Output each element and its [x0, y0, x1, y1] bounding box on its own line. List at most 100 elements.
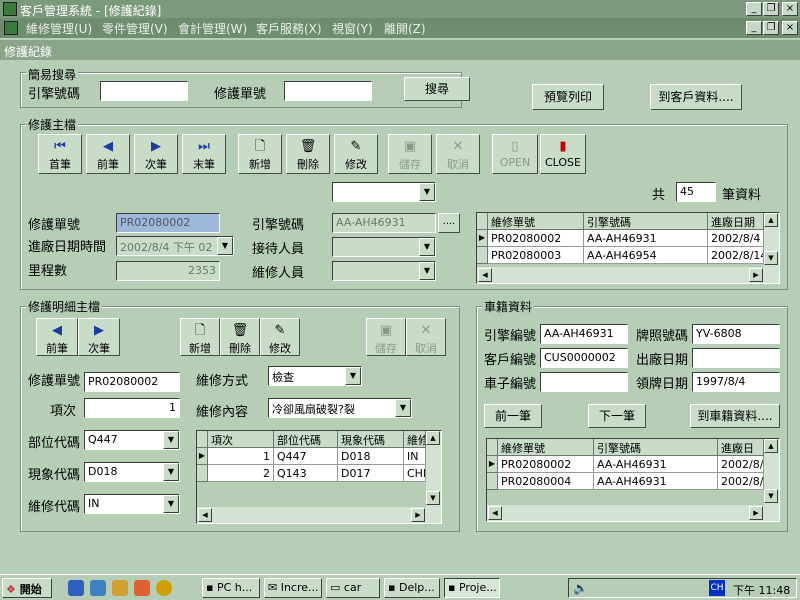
main-grid[interactable]: 維修單號 引擎號碼 進廠日期 ▶ PR02080002 AA-AH46931 2… [476, 212, 780, 284]
maximize-button[interactable]: ❐ [763, 2, 779, 16]
save-record-button[interactable]: ▣ 儲存 [388, 134, 432, 174]
outlook-icon[interactable] [134, 580, 150, 596]
main-repairer-combo[interactable]: ▼ [332, 261, 436, 281]
horizontal-scrollbar[interactable]: ◀ ▶ [197, 507, 441, 523]
grid-header[interactable]: 進廠日期 [708, 213, 764, 230]
goto-customer-button[interactable]: 到客戶資料.... [650, 84, 742, 110]
app-quick-icon[interactable] [156, 580, 172, 596]
table-cell[interactable]: 1 [208, 448, 274, 465]
scroll-left-icon[interactable]: ◀ [198, 508, 212, 522]
vehicle-chassis-field[interactable] [540, 372, 628, 392]
vehicle-license-field[interactable]: 1997/8/4 [692, 372, 780, 392]
table-cell[interactable]: 2002/8/ [718, 473, 764, 490]
detail-delete-button[interactable]: 🗑 刪除 [220, 318, 260, 356]
edit-record-button[interactable]: ✎ 修改 [334, 134, 378, 174]
cancel-record-button[interactable]: ✕ 取消 [436, 134, 480, 174]
table-cell[interactable]: CHF [404, 465, 426, 482]
menu-window[interactable]: 視窗(Y) [332, 20, 373, 37]
menu-exit[interactable]: 離開(Z) [384, 20, 426, 37]
grid-header[interactable]: 引擎號碼 [584, 213, 708, 230]
scroll-up-icon[interactable]: ▲ [764, 213, 778, 227]
minimize-button[interactable]: _ [746, 2, 762, 16]
vehicle-plate-field[interactable]: YV-6808 [692, 324, 780, 344]
child-restore-button[interactable]: ❐ [763, 21, 779, 35]
open-button[interactable]: ▯ OPEN [492, 134, 538, 174]
channel-icon[interactable] [112, 580, 128, 596]
print-preview-button[interactable]: 預覽列印 [532, 84, 604, 110]
detail-save-button[interactable]: ▣ 儲存 [366, 318, 406, 356]
engine-lookup-button[interactable]: .... [438, 213, 460, 233]
close-form-button[interactable]: ▮ CLOSE [540, 134, 586, 174]
grid-header[interactable]: 維修單號 [488, 213, 584, 230]
child-minimize-button[interactable]: _ [746, 21, 762, 35]
detail-grid[interactable]: 項次 部位代碼 現象代碼 維修 ▶ 1 Q447 D018 IN 2 Q143 … [196, 430, 442, 524]
table-cell[interactable]: AA-AH46954 [584, 247, 708, 264]
table-cell[interactable]: AA-AH46931 [594, 456, 718, 473]
task-incre[interactable]: ✉ Incre... [264, 578, 322, 598]
search-button[interactable]: 搜尋 [404, 77, 470, 101]
table-cell[interactable]: 2 [208, 465, 274, 482]
main-entry-combo[interactable]: 2002/8/4 下午 02 ▼ [116, 236, 234, 256]
table-cell[interactable]: PR02080004 [498, 473, 594, 490]
scroll-down-icon[interactable]: ▼ [764, 251, 778, 265]
menu-service[interactable]: 客戶服務(X) [256, 20, 322, 37]
task-car[interactable]: ▭ car [326, 578, 380, 598]
vehicle-next-button[interactable]: 下一筆 [588, 404, 646, 428]
vehicle-customer-field[interactable]: CUS0000002 [540, 348, 628, 368]
table-cell[interactable]: IN [404, 448, 426, 465]
table-cell[interactable]: Q447 [274, 448, 338, 465]
task-project[interactable]: ▪ Proje... [444, 578, 500, 598]
table-cell[interactable]: Q143 [274, 465, 338, 482]
desktop-icon[interactable] [90, 580, 106, 596]
table-cell[interactable]: D017 [338, 465, 404, 482]
ime-indicator[interactable]: CH [709, 580, 725, 596]
menu-accounting[interactable]: 會計管理(W) [178, 20, 247, 37]
detail-method-combo[interactable]: 檢查 ▼ [268, 366, 362, 386]
close-button[interactable]: × [782, 2, 798, 16]
scroll-right-icon[interactable]: ▶ [749, 506, 763, 520]
vertical-scrollbar[interactable]: ▲ ▼ [764, 439, 779, 505]
detail-cancel-button[interactable]: ✕ 取消 [406, 318, 446, 356]
delete-record-button[interactable]: 🗑 刪除 [286, 134, 330, 174]
task-delphi[interactable]: ▪ Delp... [384, 578, 440, 598]
detail-repair-combo[interactable]: IN ▼ [84, 494, 180, 514]
first-record-button[interactable]: ⏮ 首筆 [38, 134, 82, 174]
scroll-down-icon[interactable]: ▼ [426, 491, 440, 505]
last-record-button[interactable]: ⏭ 末筆 [182, 134, 226, 174]
grid-header[interactable]: 維修 [404, 431, 426, 448]
vertical-scrollbar[interactable]: ▲ ▼ [426, 431, 441, 507]
child-close-button[interactable]: × [782, 21, 798, 35]
menu-parts[interactable]: 零件管理(V) [102, 20, 168, 37]
grid-header[interactable]: 部位代碼 [274, 431, 338, 448]
grid-header[interactable]: 進廠日 [718, 439, 764, 456]
detail-part-combo[interactable]: Q447 ▼ [84, 430, 180, 450]
prev-record-button[interactable]: ◀ 前筆 [86, 134, 130, 174]
detail-symptom-combo[interactable]: D018 ▼ [84, 462, 180, 482]
scroll-left-icon[interactable]: ◀ [478, 268, 492, 282]
new-record-button[interactable]: 🗋 新增 [238, 134, 282, 174]
scroll-up-icon[interactable]: ▲ [764, 439, 778, 453]
scroll-right-icon[interactable]: ▶ [749, 268, 763, 282]
main-engine-field[interactable]: AA-AH46931 [332, 213, 436, 233]
main-reception-combo[interactable]: ▼ [332, 237, 436, 257]
next-record-button[interactable]: ▶ 次筆 [134, 134, 178, 174]
horizontal-scrollbar[interactable]: ◀ ▶ [477, 267, 779, 283]
grid-header[interactable]: 引擎號碼 [594, 439, 718, 456]
table-cell[interactable]: PR02080002 [498, 456, 594, 473]
menu-repair[interactable]: 維修管理(U) [26, 20, 92, 37]
detail-edit-button[interactable]: ✎ 修改 [260, 318, 300, 356]
main-top-combo[interactable]: ▼ [332, 182, 436, 202]
speaker-icon[interactable]: 🔈 [573, 581, 588, 595]
vehicle-grid[interactable]: 維修單號 引擎號碼 進廠日 ▶ PR02080002 AA-AH46931 20… [486, 438, 780, 522]
search-engine-input[interactable] [100, 81, 188, 101]
start-button[interactable]: ❖ 開始 [2, 578, 52, 598]
table-cell[interactable]: 2002/8/ [718, 456, 764, 473]
detail-new-button[interactable]: 🗋 新增 [180, 318, 220, 356]
grid-header[interactable]: 維修單號 [498, 439, 594, 456]
detail-next-button[interactable]: ▶ 次筆 [78, 318, 120, 356]
detail-item-field[interactable]: 1 [84, 398, 180, 418]
table-cell[interactable]: PR02080002 [488, 230, 584, 247]
vertical-scrollbar[interactable]: ▲ ▼ [764, 213, 779, 267]
scroll-right-icon[interactable]: ▶ [411, 508, 425, 522]
table-cell[interactable]: PR02080003 [488, 247, 584, 264]
